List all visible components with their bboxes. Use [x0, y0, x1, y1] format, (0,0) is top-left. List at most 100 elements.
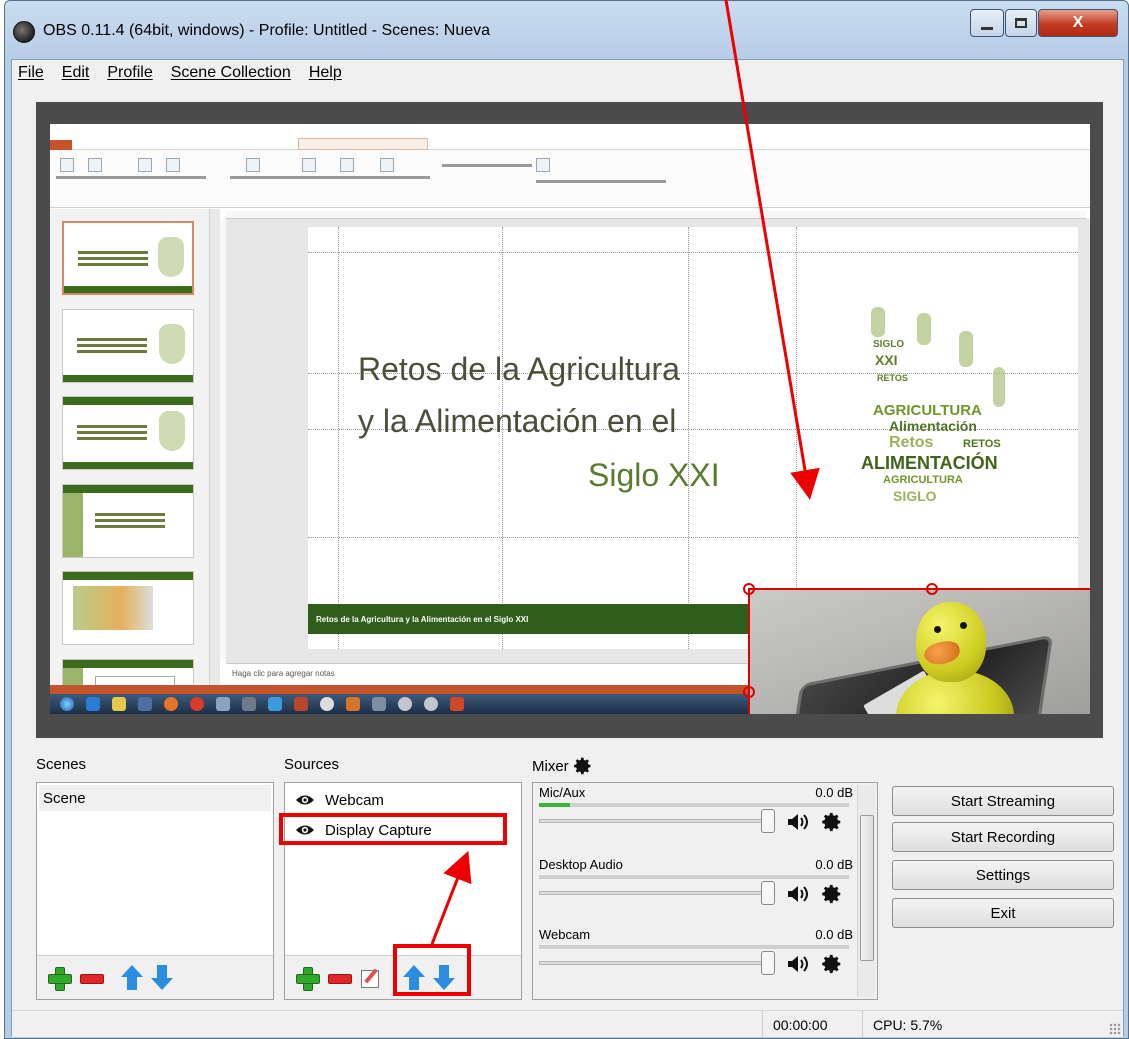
thumbnail-scrollbar[interactable]: [210, 209, 220, 689]
volume-slider-handle[interactable]: [761, 951, 775, 975]
gear-icon[interactable]: [821, 953, 843, 975]
scenes-toolbar: [37, 955, 273, 999]
slide-canvas[interactable]: Retos de la Agricultura y la Alimentació…: [308, 227, 1078, 649]
menu-bar: File Edit Profile Scene Collection Help: [12, 60, 1123, 86]
title-bar[interactable]: OBS 0.11.4 (64bit, windows) - Profile: U…: [5, 1, 1128, 59]
word-cloud-word: XXI: [875, 352, 898, 368]
display-capture-source[interactable]: Retos de la Agricultura y la Alimentació…: [50, 124, 1090, 714]
source-properties-icon[interactable]: [359, 967, 381, 989]
slide-guide: [338, 227, 339, 649]
remove-scene-minus-icon[interactable]: [79, 966, 104, 990]
ribbon-icon: [138, 158, 152, 172]
menu-edit[interactable]: Edit: [62, 64, 90, 82]
settings-button[interactable]: Settings: [892, 860, 1114, 890]
obs-window: OBS 0.11.4 (64bit, windows) - Profile: U…: [4, 0, 1129, 1039]
scenes-label: Scenes: [36, 756, 87, 773]
scene-item[interactable]: Scene: [39, 785, 271, 811]
obs-taskbar-icon: [320, 697, 334, 711]
ribbon-text: [442, 164, 532, 167]
menu-file[interactable]: File: [18, 64, 44, 82]
ribbon-icon: [340, 158, 354, 172]
app-icon: [372, 697, 386, 711]
gear-icon[interactable]: [821, 883, 843, 905]
start-streaming-button[interactable]: Start Streaming: [892, 786, 1114, 816]
channel-db: 0.0 dB: [815, 927, 853, 942]
word-cloud-hand-image: SIGLO XXI RETOS AGRICULTURA Alimentación…: [861, 307, 1005, 504]
add-source-plus-icon[interactable]: [295, 966, 320, 991]
slide-thumbnail[interactable]: [62, 396, 194, 470]
mixer-scrollbar-thumb[interactable]: [860, 815, 874, 961]
volume-slider[interactable]: [539, 891, 773, 895]
move-source-down-arrow-icon[interactable]: [433, 964, 455, 991]
maximize-icon: [1015, 18, 1027, 28]
mixer-channel-mic-aux: Mic/Aux 0.0 dB: [539, 785, 853, 859]
slide-thumbnail[interactable]: [62, 571, 194, 645]
audio-mixer: Mic/Aux 0.0 dB Desktop Audio 0.0 dB Webc…: [532, 782, 878, 1000]
move-scene-up-arrow-icon[interactable]: [121, 964, 143, 991]
add-scene-plus-icon[interactable]: [47, 966, 72, 991]
volume-slider-handle[interactable]: [761, 881, 775, 905]
slide-thumbnail-pane: [50, 209, 210, 714]
sources-list[interactable]: Webcam Display Capture: [284, 782, 522, 1000]
slide-title-line-2: y la Alimentación en el: [358, 403, 677, 439]
volume-slider[interactable]: [539, 819, 773, 823]
app-icon: [294, 697, 308, 711]
eye-icon[interactable]: [295, 794, 315, 806]
slide-thumbnail[interactable]: [62, 221, 194, 295]
source-item-display-capture[interactable]: Display Capture: [287, 817, 519, 843]
close-button[interactable]: X: [1038, 9, 1118, 37]
slide-thumbnail[interactable]: [62, 484, 194, 558]
eye-icon[interactable]: [295, 824, 315, 836]
ribbon-icon: [536, 158, 550, 172]
horizontal-ruler: [226, 211, 1086, 219]
status-cpu: CPU: 5.7%: [862, 1011, 982, 1038]
exit-button[interactable]: Exit: [892, 898, 1114, 928]
ribbon-text: [230, 176, 430, 179]
start-recording-button[interactable]: Start Recording: [892, 822, 1114, 852]
scenes-list[interactable]: Scene: [36, 782, 274, 1000]
source-label: Display Capture: [325, 821, 432, 839]
menu-profile[interactable]: Profile: [107, 64, 152, 82]
source-item-webcam[interactable]: Webcam: [287, 787, 519, 813]
ppt-titlebar: [50, 124, 1090, 140]
app-icon: [424, 697, 438, 711]
speaker-icon[interactable]: [787, 954, 809, 974]
gear-icon[interactable]: [821, 811, 843, 833]
gear-icon[interactable]: [573, 756, 593, 776]
start-icon: [60, 697, 74, 711]
mixer-label: Mixer: [532, 756, 593, 776]
obs-logo-icon: [13, 21, 35, 43]
browser-icon: [86, 697, 100, 711]
word-cloud-word: AGRICULTURA: [873, 402, 982, 419]
powerpoint-icon: [450, 697, 464, 711]
slide-guide: [796, 227, 797, 649]
folder-icon: [112, 697, 126, 711]
menu-help[interactable]: Help: [309, 64, 342, 82]
menu-scene-collection[interactable]: Scene Collection: [171, 64, 291, 82]
ribbon-icon: [380, 158, 394, 172]
word-cloud-word: SIGLO: [893, 488, 937, 504]
move-source-up-arrow-icon[interactable]: [403, 964, 425, 991]
volume-meter: [539, 803, 849, 807]
webcam-source[interactable]: [748, 588, 1090, 714]
speaker-icon[interactable]: [787, 812, 809, 832]
volume-slider[interactable]: [539, 961, 773, 965]
volume-slider-handle[interactable]: [761, 809, 775, 833]
mixer-scrollbar[interactable]: [857, 785, 875, 997]
sources-label: Sources: [284, 756, 340, 773]
slide-title-line-3: Siglo XXI: [588, 457, 720, 493]
preview-canvas[interactable]: Retos de la Agricultura y la Alimentació…: [36, 102, 1103, 738]
resize-grip-icon[interactable]: [1109, 1023, 1121, 1035]
maximize-button[interactable]: [1005, 9, 1037, 37]
word-cloud-word: RETOS: [963, 438, 1001, 450]
slide-guide: [688, 227, 689, 649]
speaker-icon[interactable]: [787, 884, 809, 904]
minimize-button[interactable]: [970, 9, 1004, 37]
move-scene-down-arrow-icon[interactable]: [151, 964, 173, 991]
app-icon: [268, 697, 282, 711]
remove-source-minus-icon[interactable]: [327, 966, 352, 990]
ribbon-icon: [88, 158, 102, 172]
slide-thumbnail[interactable]: [62, 309, 194, 383]
app-icon: [242, 697, 256, 711]
ribbon-text: [56, 176, 206, 179]
